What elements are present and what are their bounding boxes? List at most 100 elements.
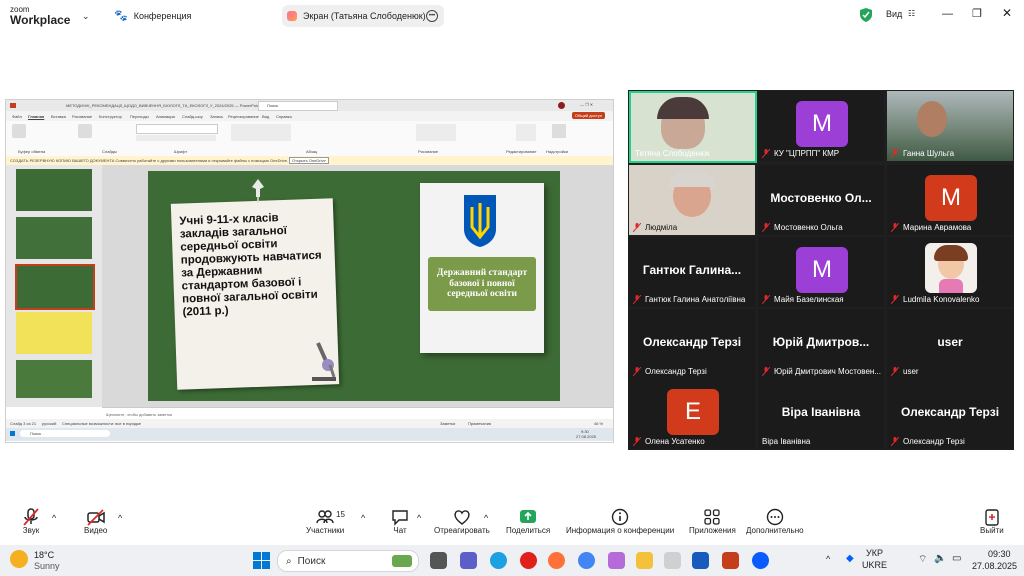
copilot-icon[interactable] xyxy=(608,552,625,569)
participant-tile[interactable]: Тетяна Слободенюк xyxy=(629,91,757,163)
menu-slideshow[interactable]: Слайд-шоу xyxy=(182,114,203,119)
chat-button[interactable]: Чат xyxy=(391,508,409,535)
windows-start-icon[interactable] xyxy=(253,552,270,569)
dropbox-icon[interactable]: ◆ xyxy=(846,553,854,564)
participant-tile[interactable]: user user xyxy=(887,309,1013,379)
video-button[interactable]: Видео xyxy=(84,508,107,535)
thumbnail-slide-5[interactable] xyxy=(16,360,92,398)
menu-transitions[interactable]: Переходы xyxy=(130,114,149,119)
menu-animations[interactable]: Анимация xyxy=(156,114,175,119)
weather-temp[interactable]: 18°C xyxy=(34,550,54,560)
share-button[interactable]: Общий доступ xyxy=(572,112,605,119)
taskbar-search-box[interactable]: ⌕ Поиск xyxy=(277,550,419,572)
participant-tile[interactable]: Гантюк Галина... Гантюк Галина Анатоліїв… xyxy=(629,237,755,307)
edge-icon[interactable] xyxy=(490,552,507,569)
menu-design[interactable]: Конструктор xyxy=(99,114,122,119)
status-notes[interactable]: Заметки xyxy=(440,421,455,426)
audio-options-chevron-icon[interactable]: ^ xyxy=(52,513,56,523)
chrome-icon[interactable] xyxy=(578,552,595,569)
participant-tile[interactable]: Мостовенко Ол... Мостовенко Ольга xyxy=(758,165,884,235)
apps-button[interactable]: Приложения xyxy=(689,508,736,535)
share-screen-button[interactable]: Поделиться xyxy=(506,508,550,535)
thumbnail-slide-3[interactable] xyxy=(15,264,95,310)
participant-tile[interactable]: Олександр Терзі Олександр Терзі xyxy=(629,309,755,379)
view-menu-label[interactable]: Вид xyxy=(886,9,902,19)
tray-chevron-icon[interactable]: ^ xyxy=(826,554,830,564)
thumbnail-slide-2[interactable] xyxy=(16,217,92,259)
screen-share-pill[interactable]: Экран (Татьяна Слободенюк) ••• xyxy=(282,5,444,27)
status-comments[interactable]: Примечания xyxy=(468,421,491,426)
thumbnail-slide-1[interactable] xyxy=(16,169,92,211)
participants-options-chevron-icon[interactable]: ^ xyxy=(361,513,365,523)
inner-search-box[interactable]: Поиск xyxy=(20,430,110,437)
video-options-chevron-icon[interactable]: ^ xyxy=(118,513,122,523)
participant-tile[interactable]: M Марина Аврамова xyxy=(887,165,1013,235)
zoom-icon[interactable] xyxy=(752,552,769,569)
avatar[interactable] xyxy=(558,102,565,109)
paste-icon[interactable] xyxy=(12,124,26,138)
participant-tile[interactable]: Юрій Дмитров... Юрій Дмитрович Мостовен.… xyxy=(758,309,884,379)
paragraph-buttons[interactable] xyxy=(231,124,291,141)
speaker-icon[interactable]: 🔈 xyxy=(934,553,946,564)
powerpoint-icon[interactable] xyxy=(722,552,739,569)
participant-tile[interactable]: M Майя Базелинская xyxy=(758,237,884,307)
participant-tile[interactable]: M КУ "ЦПРПП" КМР xyxy=(758,91,884,161)
opera-icon[interactable] xyxy=(520,552,537,569)
minimize-icon[interactable]: — xyxy=(942,8,953,20)
leave-button[interactable]: Выйти xyxy=(980,508,1004,535)
battery-icon[interactable]: ▭ xyxy=(952,553,961,564)
shield-icon[interactable] xyxy=(860,8,872,22)
shapes-gallery[interactable] xyxy=(416,124,456,141)
participant-tile[interactable]: Олександр Терзі Олександр Терзі xyxy=(887,379,1013,449)
menu-review[interactable]: Рецензирование xyxy=(228,114,259,119)
app-icon[interactable] xyxy=(664,552,681,569)
menu-insert[interactable]: Вставка xyxy=(51,114,66,119)
new-slide-icon[interactable] xyxy=(78,124,92,138)
status-accessibility[interactable]: Специальные возможности: все в порядке xyxy=(62,421,141,426)
chat-options-chevron-icon[interactable]: ^ xyxy=(417,513,421,523)
task-view-icon[interactable] xyxy=(430,552,447,569)
inner-start-icon[interactable] xyxy=(10,431,15,436)
participant-tile[interactable]: Людміла xyxy=(629,165,755,235)
chevron-down-icon[interactable]: ⌄ xyxy=(82,11,90,22)
find-replace[interactable] xyxy=(516,124,536,141)
current-slide[interactable]: Учні 9-11-х класів закладів загальної се… xyxy=(148,171,560,401)
firefox-icon[interactable] xyxy=(548,552,565,569)
file-explorer-icon[interactable] xyxy=(636,552,653,569)
teams-icon[interactable] xyxy=(460,552,477,569)
language-line1[interactable]: УКР xyxy=(866,548,883,558)
restore-icon[interactable]: ❐ xyxy=(972,7,982,20)
clock-time[interactable]: 09:30 xyxy=(988,549,1011,559)
participant-tile[interactable]: Ганна Шульга xyxy=(887,91,1013,161)
menu-home[interactable]: Главная xyxy=(28,114,44,119)
word-icon[interactable] xyxy=(692,552,709,569)
status-language[interactable]: русский xyxy=(42,421,56,426)
thumbnail-slide-4[interactable] xyxy=(16,312,92,354)
audio-button[interactable]: Звук xyxy=(22,508,40,535)
font-format-buttons[interactable] xyxy=(136,135,216,141)
menu-draw[interactable]: Рисование xyxy=(72,114,92,119)
more-options-icon[interactable]: ••• xyxy=(426,10,438,22)
participant-tile[interactable]: Віра Іванівна Віра Іванівна xyxy=(758,379,884,449)
close-icon[interactable]: ✕ xyxy=(1002,6,1012,20)
menu-file[interactable]: Файл xyxy=(12,114,22,119)
participant-tile[interactable]: Ludmila Konovalenko xyxy=(887,237,1013,307)
font-name-select[interactable] xyxy=(136,124,218,134)
window-controls[interactable]: — ❐ ✕ xyxy=(580,102,593,107)
menu-view[interactable]: Вид xyxy=(262,114,269,119)
addins-icon[interactable] xyxy=(552,124,566,138)
menu-help[interactable]: Справка xyxy=(276,114,292,119)
view-grid-icon[interactable]: ☷ xyxy=(908,9,915,18)
wifi-icon[interactable]: ⌔ xyxy=(918,553,927,566)
more-button[interactable]: Дополнительно xyxy=(746,508,804,535)
react-options-chevron-icon[interactable]: ^ xyxy=(484,513,488,523)
meeting-info-button[interactable]: Информация о конференции xyxy=(566,508,674,535)
participant-name: Юрій Дмитрович Мостовен... xyxy=(774,367,881,376)
participant-tile[interactable]: E Олена Усатенко xyxy=(629,379,755,449)
react-button[interactable]: Отреагировать xyxy=(434,508,490,535)
open-onedrive-button[interactable]: Открыть OneDrive xyxy=(289,157,329,164)
conference-label[interactable]: 🐾 Конференция xyxy=(114,9,191,22)
status-zoom-level[interactable]: 46 % xyxy=(594,421,603,426)
menu-record[interactable]: Запись xyxy=(210,114,223,119)
ppt-search-box[interactable]: Поиск xyxy=(258,101,338,111)
